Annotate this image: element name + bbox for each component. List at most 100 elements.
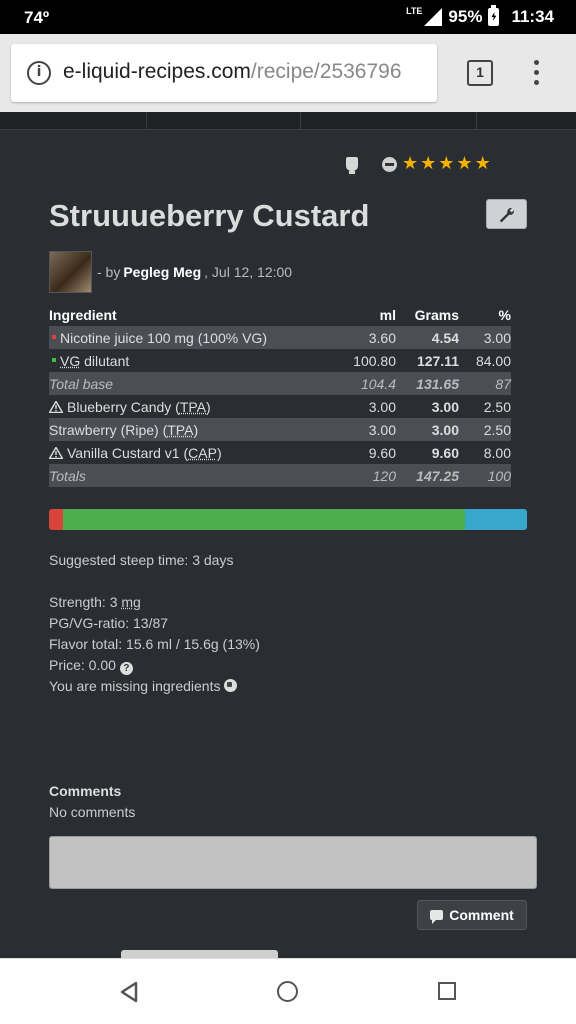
network-type: LTE	[406, 6, 423, 16]
cell-percent: 2.50	[483, 398, 511, 415]
cell-ml: 100.80	[353, 352, 396, 369]
help-icon[interactable]: ?	[119, 662, 133, 675]
header-grams: Grams	[414, 307, 459, 323]
vendor-abbr[interactable]: TPA	[167, 422, 193, 438]
clock: 11:34	[511, 7, 554, 26]
strength: Strength: 3 mg	[49, 594, 141, 610]
vg-marker-icon	[52, 357, 56, 362]
cell-percent: 84.00	[475, 352, 511, 369]
table-row: Totals 120 147.25 100	[49, 464, 511, 487]
tab-switcher-icon[interactable]: 1	[467, 60, 493, 86]
back-icon[interactable]	[119, 981, 139, 1003]
page-content: ★ ★ ★ ★ ★ Struuueberry Custard - by Pegl…	[0, 112, 576, 958]
ingredients-table: Ingredient ml Grams % Nicotine juice 100…	[49, 304, 511, 487]
cell-ml: 3.00	[341, 418, 396, 441]
pg-vg-ratio: PG/VG-ratio: 13/87	[49, 615, 169, 631]
strength-label: Strength: 3	[49, 594, 122, 610]
table-row: VG dilutant 100.80 127.11 84.00	[49, 349, 511, 372]
tools-button[interactable]	[486, 199, 527, 229]
star-icon[interactable]: ★	[420, 155, 436, 173]
cell-grams: 3.00	[431, 398, 459, 415]
cell-ml: 3.60	[341, 326, 396, 349]
price: Price: 0.00?	[49, 657, 133, 675]
steep-time: Suggested steep time: 3 days	[49, 552, 234, 568]
minus-icon[interactable]	[382, 156, 397, 172]
table-row: Blueberry Candy (TPA) 3.00 3.00 2.50	[49, 395, 511, 418]
ingredient-name[interactable]: Strawberry (Ripe) (	[49, 422, 167, 438]
missing-text: You are missing ingredients	[49, 678, 221, 694]
cell-percent: 3.00	[459, 326, 511, 349]
temperature: 74º	[24, 8, 50, 27]
warning-icon	[49, 400, 63, 413]
ingredient-name[interactable]: Vanilla Custard v1 (	[67, 445, 188, 461]
rating-widget: ★ ★ ★ ★ ★	[346, 155, 491, 174]
url-text[interactable]: e-liquid-recipes.com/recipe/2536796	[63, 60, 402, 84]
ingredient-name[interactable]: Blueberry Candy (	[67, 399, 180, 415]
flavor-total: Flavor total: 15.6 ml / 15.6g (13%)	[49, 636, 260, 652]
cup-icon[interactable]	[346, 157, 358, 174]
header-ml: ml	[379, 307, 396, 323]
warning-icon	[49, 446, 63, 459]
nicotine-segment	[49, 509, 64, 530]
ingredient-suffix: )	[193, 421, 199, 438]
table-header: Ingredient ml Grams %	[49, 304, 511, 326]
header-ingredient: Ingredient	[49, 307, 117, 323]
address-bar[interactable]: e-liquid-recipes.com/recipe/2536796	[11, 44, 437, 102]
url-host: e-liquid-recipes.com	[63, 60, 251, 83]
signal-icon	[424, 8, 443, 26]
cell-percent: 8.00	[483, 444, 511, 461]
cell-grams: 131.65	[396, 372, 459, 395]
table-row: Strawberry (Ripe) (TPA) 3.00 3.00 2.50	[49, 418, 511, 441]
strength-unit[interactable]: mg	[121, 594, 140, 610]
cell-grams: 3.00	[396, 418, 459, 441]
url-path: /recipe/2536796	[250, 60, 402, 83]
recipe-title: Struuueberry Custard	[49, 198, 370, 233]
cell-percent: 87	[459, 372, 511, 395]
composition-bar	[49, 509, 527, 530]
missing-ingredients: You are missing ingredients	[49, 678, 238, 694]
ingredient-name: dilutant	[80, 352, 130, 369]
info-icon[interactable]	[27, 61, 51, 85]
vendor-abbr[interactable]: TPA	[180, 399, 206, 415]
comment-input[interactable]	[49, 836, 537, 889]
vg-segment	[63, 509, 465, 530]
remove-icon[interactable]	[224, 679, 238, 692]
avatar[interactable]	[49, 251, 92, 293]
recents-icon[interactable]	[438, 982, 456, 1000]
nicotine-marker-icon	[52, 334, 56, 339]
site-nav-strip[interactable]	[0, 112, 576, 130]
ingredient-abbr[interactable]: VG	[60, 353, 80, 369]
wrench-icon	[500, 207, 515, 223]
ingredient-suffix: )	[206, 398, 211, 415]
star-icon[interactable]: ★	[475, 155, 491, 173]
ingredient-name: Nicotine juice 100 mg (100% VG)	[60, 329, 267, 346]
header-percent: %	[498, 307, 511, 323]
table-row: Total base 104.4 131.65 87	[49, 372, 511, 395]
cell-ml: 120	[341, 464, 396, 487]
battery-charging-icon	[488, 5, 500, 26]
status-bar: 74º LTE 95% 11:34	[0, 0, 576, 34]
bottom-element-peek[interactable]	[121, 950, 278, 958]
cell-grams: 127.11	[416, 352, 459, 369]
cell-percent: 100	[459, 464, 511, 487]
star-icon[interactable]: ★	[456, 155, 472, 173]
no-comments-text: No comments	[49, 804, 136, 820]
vendor-abbr[interactable]: CAP	[188, 445, 217, 461]
flavor-segment	[464, 509, 527, 530]
cell-percent: 2.50	[459, 418, 511, 441]
menu-icon[interactable]	[524, 60, 548, 88]
price-text: Price: 0.00	[49, 657, 116, 673]
cell-ml: 3.00	[368, 398, 396, 415]
author-link[interactable]: Pegleg Meg	[123, 264, 201, 280]
battery-percent: 95%	[448, 7, 483, 26]
table-row: Nicotine juice 100 mg (100% VG) 3.60 4.5…	[49, 326, 511, 349]
comment-button[interactable]: Comment	[417, 900, 527, 930]
star-icon[interactable]: ★	[402, 155, 418, 173]
comments-heading: Comments	[49, 783, 122, 799]
star-icon[interactable]: ★	[438, 155, 454, 173]
system-nav-bar	[0, 958, 576, 1024]
author-line: - by Pegleg Meg , Jul 12, 12:00	[49, 251, 292, 293]
ingredient-name: Total base	[49, 372, 341, 395]
home-icon[interactable]	[277, 981, 298, 1002]
ingredient-suffix: )	[216, 444, 222, 461]
